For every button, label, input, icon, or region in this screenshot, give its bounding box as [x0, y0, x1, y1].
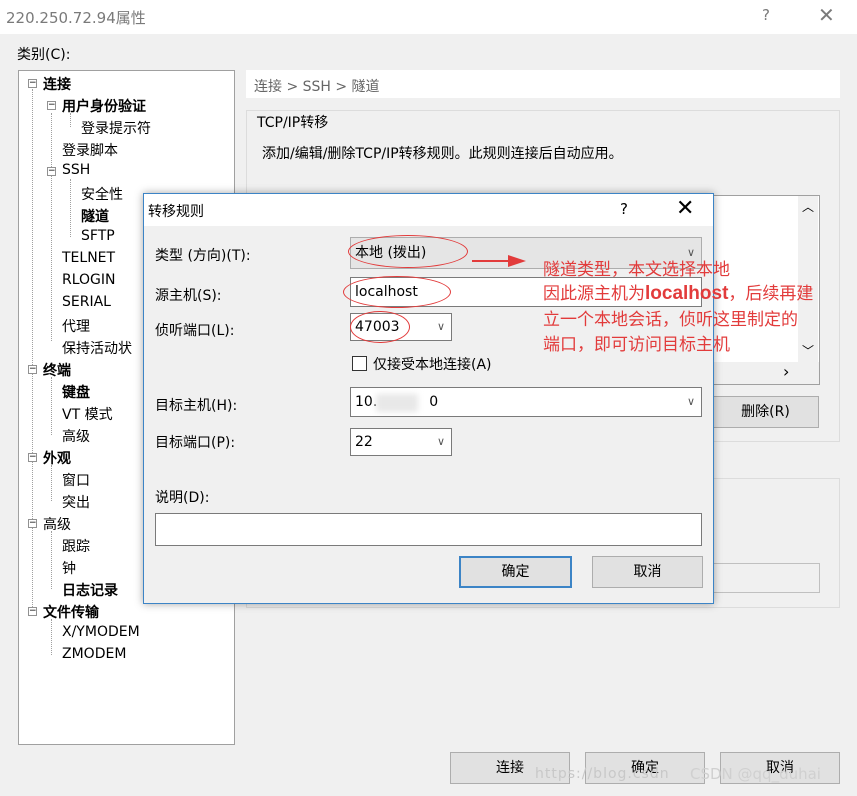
- collapse-icon[interactable]: −: [28, 607, 37, 616]
- tree-item-rlogin[interactable]: RLOGIN: [62, 272, 116, 288]
- tree-item-vt-mode[interactable]: VT 模式: [62, 404, 113, 424]
- annotation-line-1: 隧道类型，本文选择本地: [543, 260, 730, 280]
- dest-host-combo[interactable]: 10. 0 ∨: [350, 387, 702, 417]
- dialog-titlebar: 转移规则 ? ✕: [144, 194, 713, 226]
- dialog-cancel-button[interactable]: 取消: [592, 556, 703, 588]
- collapse-icon[interactable]: −: [28, 79, 37, 88]
- local-only-label[interactable]: 仅接受本地连接(A): [373, 354, 492, 374]
- close-icon[interactable]: ✕: [676, 196, 694, 221]
- close-icon[interactable]: ✕: [818, 3, 835, 27]
- tree-item-advanced[interactable]: 高级: [62, 426, 90, 446]
- window-title: 220.250.72.94属性: [6, 9, 146, 27]
- scroll-up-icon[interactable]: ︿: [802, 198, 814, 215]
- dest-port-label: 目标端口(P):: [155, 435, 236, 451]
- tree-guide: [70, 179, 71, 237]
- description-input[interactable]: [155, 513, 702, 546]
- tree-item-advanced2[interactable]: 高级: [43, 514, 71, 534]
- dest-host-label: 目标主机(H):: [155, 398, 238, 414]
- tree-item-appearance[interactable]: 外观: [43, 448, 71, 468]
- help-icon[interactable]: ?: [762, 6, 770, 24]
- listen-port-label: 侦听端口(L):: [155, 323, 235, 339]
- collapse-icon[interactable]: −: [28, 365, 37, 374]
- tree-item-connection[interactable]: 连接: [43, 74, 71, 94]
- collapse-icon[interactable]: −: [28, 453, 37, 462]
- dest-port-combo[interactable]: 22 ∨: [350, 428, 452, 456]
- tree-item-zmodem[interactable]: ZMODEM: [62, 646, 126, 662]
- tcp-section-description: 添加/编辑/删除TCP/IP转移规则。此规则连接后自动应用。: [262, 146, 623, 162]
- watermark-author: CSDN @qq_duhai: [690, 765, 821, 783]
- breadcrumb: 连接 > SSH > 隧道: [254, 79, 380, 95]
- annotation-ellipse: [343, 276, 451, 308]
- annotation-ellipse: [350, 311, 410, 343]
- chevron-down-icon: ∨: [686, 395, 695, 408]
- tree-item-keepalive[interactable]: 保持活动状: [62, 338, 132, 358]
- tree-guide: [51, 377, 52, 435]
- type-label: 类型 (方向)(T):: [155, 248, 251, 264]
- annotation-text: ，后续再建: [728, 284, 814, 304]
- dest-host-suffix: 0: [429, 394, 439, 410]
- annotation-ellipse: [348, 235, 468, 268]
- tree-item-sftp[interactable]: SFTP: [81, 228, 115, 244]
- tree-guide: [51, 531, 52, 589]
- collapse-icon[interactable]: −: [28, 519, 37, 528]
- tree-item-serial[interactable]: SERIAL: [62, 294, 111, 310]
- tree-item-login-script[interactable]: 登录脚本: [62, 140, 118, 160]
- tree-item-terminal[interactable]: 终端: [43, 360, 71, 380]
- bottom-field[interactable]: [700, 563, 820, 593]
- dialog-ok-button[interactable]: 确定: [459, 556, 572, 588]
- tree-item-logging[interactable]: 日志记录: [62, 580, 118, 600]
- category-label: 类别(C):: [17, 47, 71, 63]
- tree-item-window[interactable]: 窗口: [62, 470, 90, 490]
- source-host-label: 源主机(S):: [155, 288, 222, 304]
- dest-host-prefix: 10.: [355, 394, 378, 410]
- delete-rule-button[interactable]: 删除(R): [712, 396, 819, 428]
- tree-item-login-prompt[interactable]: 登录提示符: [81, 118, 151, 138]
- tree-guide: [32, 89, 33, 609]
- description-label: 说明(D):: [155, 490, 210, 506]
- tree-item-keyboard[interactable]: 键盘: [62, 382, 90, 402]
- tree-item-bell[interactable]: 钟: [62, 558, 76, 578]
- scroll-right-icon[interactable]: ›: [783, 362, 789, 381]
- annotation-line-3: 立一个本地会话，侦听这里制定的: [543, 310, 798, 330]
- window-titlebar: 220.250.72.94属性 ? ✕: [0, 0, 857, 34]
- tree-guide: [51, 465, 52, 501]
- annotation-localhost: localhost: [645, 283, 729, 304]
- dialog-title: 转移规则: [148, 204, 204, 220]
- tree-item-ssh[interactable]: SSH: [62, 162, 90, 178]
- chevron-down-icon: ∨: [436, 320, 445, 333]
- tree-guide: [51, 113, 52, 341]
- annotation-text: 因此源主机为: [543, 284, 645, 304]
- tree-item-security[interactable]: 安全性: [81, 184, 123, 204]
- tree-item-telnet[interactable]: TELNET: [62, 250, 115, 266]
- tree-item-xymodem[interactable]: X/YMODEM: [62, 624, 140, 640]
- annotation-line-4: 端口，即可访问目标主机: [543, 335, 730, 355]
- help-icon[interactable]: ?: [620, 200, 628, 218]
- tree-item-proxy[interactable]: 代理: [62, 316, 90, 336]
- local-only-checkbox[interactable]: [352, 356, 367, 371]
- tree-item-highlight[interactable]: 突出: [62, 492, 90, 512]
- tree-item-auth[interactable]: 用户身份验证: [62, 96, 146, 116]
- tree-guide: [51, 619, 52, 655]
- annotation-line-2: 因此源主机为localhost，后续再建: [543, 279, 813, 305]
- chevron-down-icon: ∨: [436, 435, 445, 448]
- annotation-arrow-icon: [472, 255, 526, 267]
- scroll-down-icon[interactable]: ﹀: [802, 342, 814, 359]
- tree-item-trace[interactable]: 跟踪: [62, 536, 90, 556]
- breadcrumb-bar: 连接 > SSH > 隧道: [246, 70, 840, 98]
- tcp-section-title: TCP/IP转移: [255, 112, 331, 132]
- collapse-icon[interactable]: −: [47, 167, 56, 176]
- watermark-url: https://blog.csdn: [535, 766, 670, 782]
- tree-item-tunnel[interactable]: 隧道: [81, 206, 109, 226]
- dest-port-value: 22: [355, 434, 373, 450]
- redaction-blur: [376, 394, 418, 412]
- collapse-icon[interactable]: −: [47, 101, 56, 110]
- tree-item-file-transfer[interactable]: 文件传输: [43, 602, 99, 622]
